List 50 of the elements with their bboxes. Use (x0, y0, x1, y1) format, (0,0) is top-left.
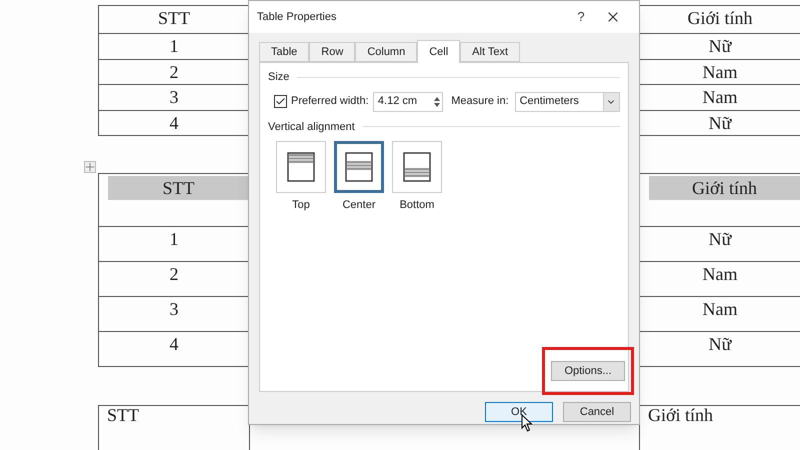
table-cell: STT (158, 8, 190, 28)
spin-arrows-icon (432, 94, 442, 108)
dialog-button[interactable]: OK (485, 402, 553, 422)
section-heading: Size (268, 70, 290, 85)
width-spinner[interactable]: 4.12 cm (372, 92, 444, 112)
help-button[interactable]: ? (567, 5, 595, 29)
table-cell: Nam (702, 299, 738, 319)
table-cell: Nam (702, 264, 738, 284)
table-cell: 1 (170, 36, 178, 56)
dialog-tab[interactable]: Alt Text (460, 42, 520, 62)
dialog-button[interactable]: Cancel (563, 402, 631, 422)
unit-dropdown[interactable]: Centimeters (514, 92, 620, 112)
table-cell: 1 (170, 229, 178, 249)
table-cell: 3 (170, 299, 178, 319)
field-label: Measure in: (451, 94, 510, 110)
table-cell: STT (162, 178, 194, 198)
alignment-icon (345, 152, 373, 182)
alignment-option[interactable] (334, 141, 384, 193)
table-cell: Nam (702, 62, 738, 82)
dialog-tab[interactable]: Column (355, 42, 418, 62)
table-cell: Nữ (708, 36, 732, 56)
table-cell: 2 (170, 264, 178, 284)
table-cell: Giới tính (648, 405, 714, 425)
option-label: Top (292, 198, 310, 213)
mouse-cursor-icon (521, 414, 533, 432)
option-label: Center (342, 198, 376, 213)
section-heading: Vertical alignment (268, 120, 355, 134)
table-cell: STT (107, 405, 140, 425)
table-cell: 3 (170, 87, 178, 107)
dialog-tab[interactable]: Row (309, 42, 356, 62)
dialog-tab[interactable]: Table (259, 42, 310, 62)
table-cell: Nữ (708, 229, 732, 249)
table-cell: Giới tính (687, 8, 753, 28)
checkbox[interactable] (274, 95, 287, 108)
alignment-icon (403, 152, 431, 182)
alignment-icon (287, 152, 315, 182)
option-label: Bottom (400, 198, 434, 213)
table-cell: 4 (170, 334, 178, 354)
checkbox-label: Preferred width: (291, 94, 370, 110)
table-cell: Nam (702, 87, 738, 107)
dialog-tab[interactable]: Cell (417, 40, 460, 63)
table-cell: 4 (170, 112, 178, 132)
window-title: Table Properties (257, 10, 338, 25)
move-handle-icon (84, 161, 96, 173)
table-cell: 2 (170, 62, 178, 82)
table-cell: Nữ (708, 112, 732, 132)
table-cell: Nữ (708, 334, 732, 354)
check-icon (275, 96, 286, 107)
table-cell: Giới tính (692, 178, 758, 198)
options-button[interactable]: Options... (551, 361, 625, 381)
